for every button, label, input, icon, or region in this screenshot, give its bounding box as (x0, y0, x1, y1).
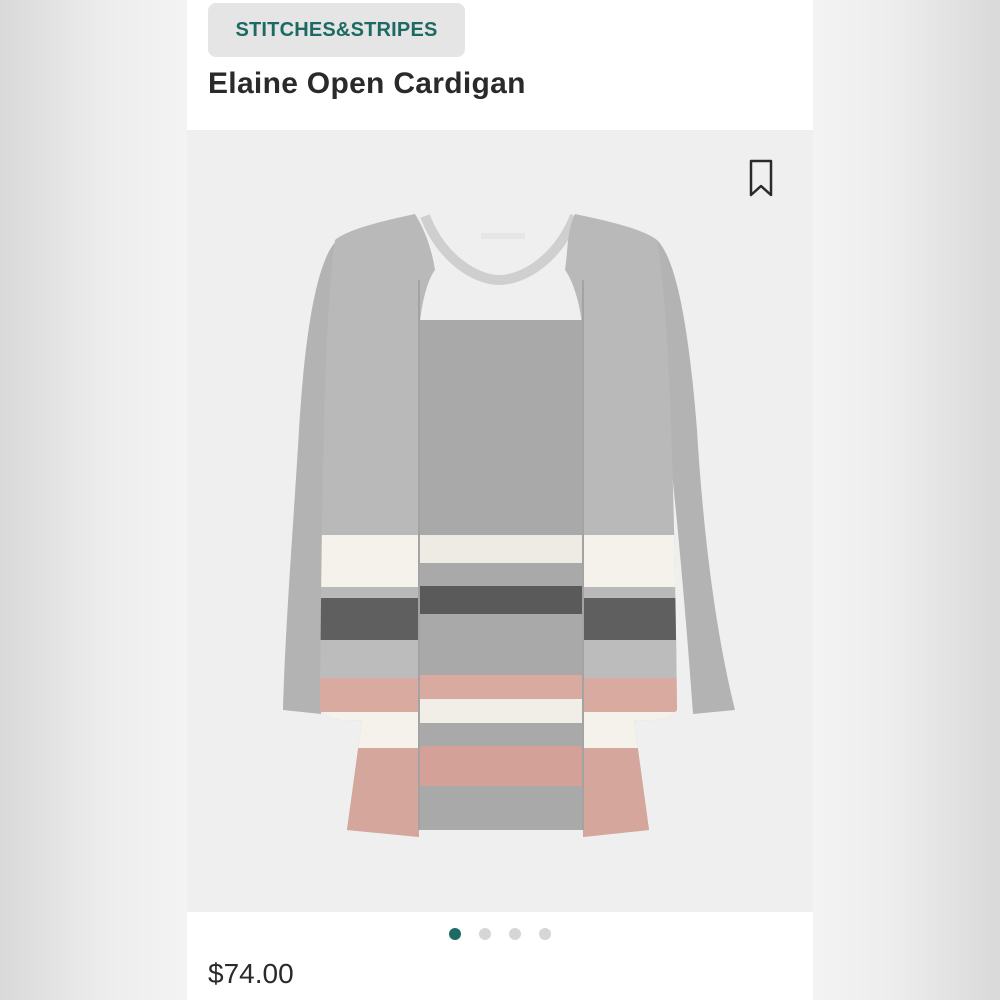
gallery-dot-4[interactable] (539, 928, 551, 940)
gallery-dot-1[interactable] (449, 928, 461, 940)
brand-label[interactable]: STITCHES&STRIPES (208, 3, 465, 57)
product-price: $74.00 (208, 958, 294, 989)
product-card: STITCHES&STRIPES Elaine Open Cardigan $7… (187, 0, 813, 1000)
gallery-dot-2[interactable] (479, 928, 491, 940)
bookmark-icon[interactable] (745, 158, 777, 198)
gallery-pagination (187, 928, 813, 940)
cardigan-photo (283, 214, 735, 837)
gallery-dot-3[interactable] (509, 928, 521, 940)
product-title: Elaine Open Cardigan (208, 67, 526, 100)
product-image[interactable] (187, 130, 813, 912)
